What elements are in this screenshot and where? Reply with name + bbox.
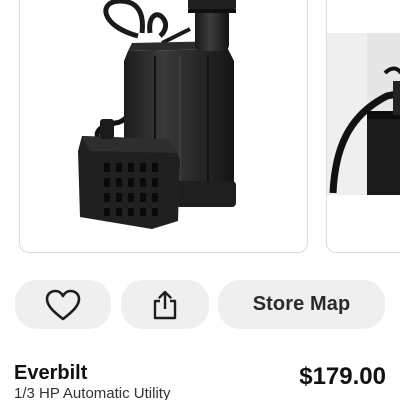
heart-icon xyxy=(45,289,81,320)
product-image-card-next[interactable] xyxy=(326,0,400,253)
product-price: $179.00 xyxy=(299,363,386,390)
store-map-label: Store Map xyxy=(252,293,351,315)
pump-image xyxy=(78,0,236,229)
favorite-button[interactable] xyxy=(15,280,111,329)
share-button[interactable] xyxy=(121,280,209,329)
product-brand: Everbilt xyxy=(14,362,88,384)
product-image-carousel[interactable] xyxy=(0,0,400,262)
product-detail-page: Store Map Everbilt 1/3 HP Automatic Util… xyxy=(0,0,400,400)
store-map-button[interactable]: Store Map xyxy=(218,280,385,329)
pump-image-partial xyxy=(327,33,400,195)
product-description: 1/3 HP Automatic Utility xyxy=(14,385,171,400)
share-icon xyxy=(153,290,177,319)
product-image-card[interactable] xyxy=(19,0,308,253)
